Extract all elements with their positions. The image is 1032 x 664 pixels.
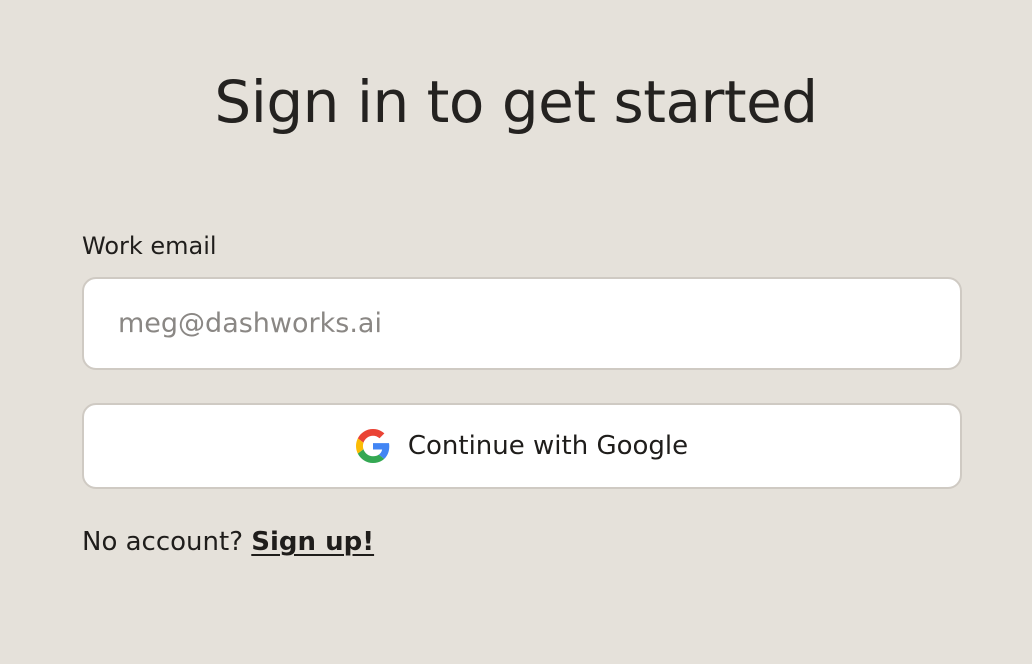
no-account-text: No account? xyxy=(82,527,244,557)
google-button-label: Continue with Google xyxy=(407,431,689,461)
continue-with-google-button[interactable]: Continue with Google xyxy=(82,403,962,489)
work-email-label: Work email xyxy=(82,232,217,260)
signup-prompt: No account? Sign up! xyxy=(82,524,374,560)
work-email-input[interactable] xyxy=(82,277,962,370)
google-g-icon xyxy=(355,429,390,463)
sign-up-link[interactable]: Sign up! xyxy=(251,527,374,557)
page-title: Sign in to get started xyxy=(214,68,818,136)
